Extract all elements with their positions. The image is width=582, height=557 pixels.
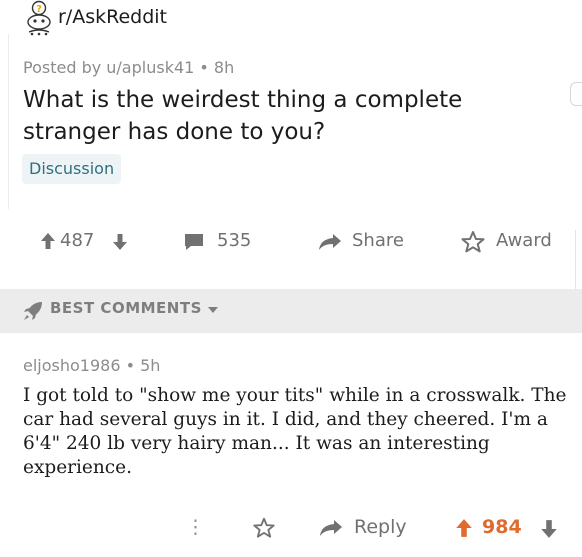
chevron-down-icon[interactable] bbox=[207, 306, 219, 314]
comment-upvote-icon[interactable] bbox=[455, 518, 473, 538]
upvote-icon[interactable] bbox=[40, 232, 56, 250]
reply-arrow-icon[interactable] bbox=[318, 518, 344, 538]
post-title[interactable]: What is the weirdest thing a complete st… bbox=[23, 84, 563, 148]
post-upvote-count: 487 bbox=[60, 230, 95, 251]
subreddit-avatar-icon[interactable]: ? bbox=[22, 0, 56, 36]
post-meta[interactable]: Posted by u/aplusk41 • 8h bbox=[23, 58, 234, 77]
comment-body: I got told to "show me your tits" while … bbox=[23, 385, 567, 478]
downvote-icon[interactable] bbox=[112, 233, 128, 251]
comment-score: 984 bbox=[482, 516, 522, 538]
svg-text:?: ? bbox=[36, 4, 42, 15]
comment-award-icon[interactable] bbox=[252, 516, 276, 540]
sort-label[interactable]: BEST COMMENTS bbox=[50, 299, 202, 317]
subreddit-name[interactable]: r/AskReddit bbox=[58, 6, 167, 28]
share-button[interactable]: Share bbox=[352, 230, 404, 251]
award-button[interactable]: Award bbox=[496, 230, 552, 251]
more-options-icon[interactable]: ⋮ bbox=[186, 516, 205, 538]
award-star-icon[interactable] bbox=[460, 230, 486, 254]
post-flair[interactable]: Discussion bbox=[22, 154, 122, 184]
scroll-edge bbox=[570, 82, 582, 106]
share-arrow-icon[interactable] bbox=[317, 232, 343, 252]
reply-button[interactable]: Reply bbox=[354, 516, 407, 538]
comment-meta[interactable]: eljosho1986 • 5h bbox=[23, 356, 160, 375]
rocket-icon bbox=[24, 302, 42, 320]
comment-downvote-icon[interactable] bbox=[540, 519, 558, 539]
comment-bubble-icon[interactable] bbox=[183, 232, 205, 252]
post-comment-count[interactable]: 535 bbox=[217, 230, 251, 251]
post-border bbox=[8, 34, 9, 209]
